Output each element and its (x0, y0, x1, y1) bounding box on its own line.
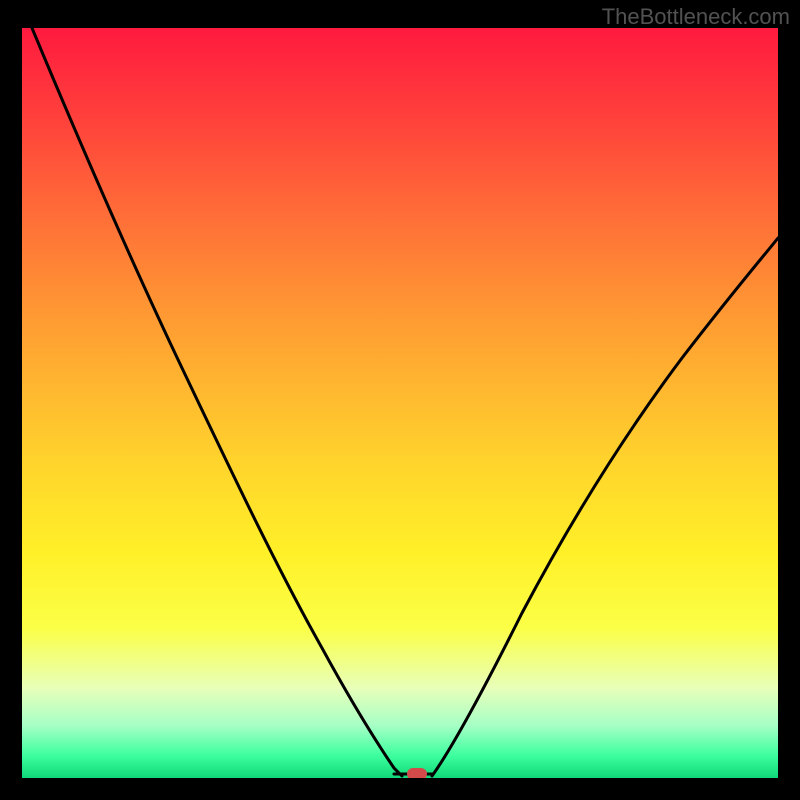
curve-svg (22, 28, 778, 778)
plot-area (22, 28, 778, 778)
watermark-text: TheBottleneck.com (602, 4, 790, 30)
curve-left (32, 28, 402, 776)
chart-frame: TheBottleneck.com (0, 0, 800, 800)
curve-right (432, 238, 778, 776)
minimum-marker (407, 768, 427, 778)
